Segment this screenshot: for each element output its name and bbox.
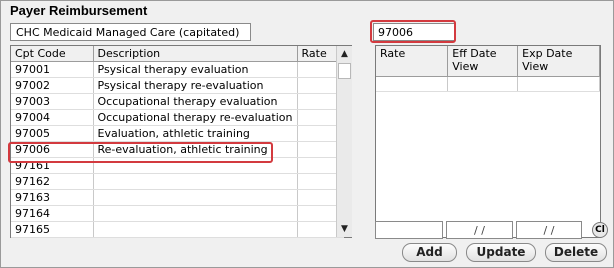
column-header-cpt-code[interactable]: Cpt Code: [11, 46, 94, 63]
table-row[interactable]: 97161: [11, 157, 344, 175]
description-cell: [93, 221, 298, 239]
rate-grid-header-row: Rate Eff Date View Exp Date View: [376, 46, 600, 77]
table-row[interactable]: 97163: [11, 189, 344, 207]
rate-history-grid[interactable]: Rate Eff Date View Exp Date View: [375, 45, 601, 238]
header-line: Eff Date: [452, 47, 497, 60]
cpt-code-cell: 97163: [11, 189, 94, 207]
description-cell: [93, 189, 298, 207]
add-button[interactable]: Add: [402, 243, 457, 262]
table-row[interactable]: 97165: [11, 221, 344, 239]
rate-input[interactable]: [375, 221, 443, 239]
exp-date-cell: [517, 76, 600, 93]
cpt-code-cell: 97161: [11, 157, 94, 175]
header-line: Exp Date: [522, 47, 573, 60]
column-header-exp-date[interactable]: Exp Date View: [517, 46, 600, 77]
cpt-grid-header-row: Cpt Code Description Rate: [11, 46, 344, 63]
clear-button[interactable]: Cl: [592, 222, 608, 238]
column-header-eff-date[interactable]: Eff Date View: [447, 46, 519, 77]
cpt-code-grid[interactable]: Cpt Code Description Rate 97001 Psysical …: [10, 45, 352, 239]
triangle-down-icon[interactable]: ▼: [337, 221, 352, 237]
cpt-code-cell: 97003: [11, 93, 94, 111]
cpt-code-cell: 97165: [11, 221, 94, 239]
column-header-description[interactable]: Description: [93, 46, 298, 63]
section-title: Payer Reimbursement: [10, 3, 148, 18]
cpt-code-cell: 97162: [11, 173, 94, 191]
rate-history-table: Rate Eff Date View Exp Date View: [376, 46, 600, 93]
header-line: View: [452, 60, 479, 73]
eff-date-cell: [447, 76, 519, 93]
cpt-code-cell: 97002: [11, 77, 94, 95]
description-cell: [93, 173, 298, 191]
table-row[interactable]: 97002 Psysical therapy re-evaluation: [11, 77, 344, 95]
description-cell: Occupational therapy evaluation: [93, 93, 298, 111]
table-row[interactable]: 97164: [11, 205, 344, 223]
cpt-code-cell: 97164: [11, 205, 94, 223]
triangle-up-icon[interactable]: ▲: [337, 46, 352, 62]
cpt-code-cell: 97004: [11, 109, 94, 127]
header-line: View: [522, 60, 549, 73]
description-cell: [93, 157, 298, 175]
table-row[interactable]: 97005 Evaluation, athletic training: [11, 125, 344, 143]
table-row[interactable]: 97001 Psysical therapy evaluation: [11, 61, 344, 79]
plan-name-field[interactable]: CHC Medicaid Managed Care (capitated): [10, 23, 251, 41]
cpt-code-cell: 97001: [11, 61, 94, 79]
rate-cell: [376, 76, 449, 93]
scrollbar-thumb[interactable]: [338, 63, 351, 79]
description-cell: Occupational therapy re-evaluation: [93, 109, 298, 127]
update-button[interactable]: Update: [466, 243, 536, 262]
table-row[interactable]: 97004 Occupational therapy re-evaluation: [11, 109, 344, 127]
payer-reimbursement-panel: Payer Reimbursement CHC Medicaid Managed…: [0, 0, 614, 268]
cpt-code-search-field[interactable]: 97006: [373, 23, 455, 41]
cpt-code-cell: 97005: [11, 125, 94, 143]
header-line: Rate: [380, 47, 406, 60]
description-cell: [93, 205, 298, 223]
description-cell: Psysical therapy evaluation: [93, 61, 298, 79]
cpt-code-cell: 97006: [11, 141, 94, 159]
column-header-rate[interactable]: Rate: [376, 46, 449, 77]
table-row[interactable]: [376, 76, 600, 93]
table-row[interactable]: 97003 Occupational therapy evaluation: [11, 93, 344, 111]
delete-button[interactable]: Delete: [545, 243, 607, 262]
table-row-selected[interactable]: 97006 Re-evaluation, athletic training: [11, 141, 344, 159]
eff-date-input[interactable]: [446, 221, 513, 239]
table-row[interactable]: 97162: [11, 173, 344, 191]
exp-date-input[interactable]: [516, 221, 582, 239]
description-cell: Psysical therapy re-evaluation: [93, 77, 298, 95]
description-cell: Evaluation, athletic training: [93, 125, 298, 143]
cpt-code-table: Cpt Code Description Rate 97001 Psysical …: [11, 46, 344, 239]
description-cell: Re-evaluation, athletic training: [93, 141, 298, 159]
vertical-scrollbar[interactable]: ▲ ▼: [336, 46, 352, 237]
